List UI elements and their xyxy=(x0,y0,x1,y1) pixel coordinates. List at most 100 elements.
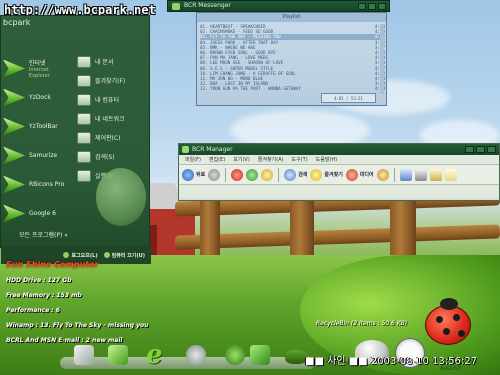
pinned-label: 인터넷 xyxy=(28,60,46,67)
media-label: 미디어 xyxy=(359,172,374,178)
track-title: 13. YOON GUN PA THE PORT - WANNA GETAWAY xyxy=(200,86,301,92)
playlist-row[interactable]: 13. YOON GUN PA THE PORT - WANNA GETAWAY… xyxy=(200,86,385,91)
maximize-button[interactable] xyxy=(368,3,376,10)
pinned-item-samurize[interactable]: Samurize xyxy=(3,141,71,170)
document-icon[interactable] xyxy=(74,345,94,365)
forward-button[interactable] xyxy=(208,168,221,181)
place-network[interactable]: 내 네트워크 xyxy=(77,109,149,128)
back-button[interactable]: 뒤로 xyxy=(182,168,206,181)
home-button[interactable] xyxy=(261,168,274,181)
menu-help[interactable]: 도움말(H) xyxy=(316,156,337,163)
app-icon xyxy=(182,146,189,153)
month-label: AUGUST xyxy=(440,366,461,372)
favorites-button[interactable]: 즐겨찾기 xyxy=(310,168,343,181)
place-label: 검색(S) xyxy=(95,154,115,161)
manager-window: BCR Manager 파일(F) 편집(E) 보기(V) 즐겨찾기(A) 도구… xyxy=(178,143,500,201)
clock-icon[interactable] xyxy=(186,345,206,365)
menu-bar: 파일(F) 편집(E) 보기(V) 즐겨찾기(A) 도구(T) 도움말(H) xyxy=(179,155,499,165)
place-label: 제어판(C) xyxy=(95,135,121,142)
mail-info: BCRL And MSN E-mail : 2 new mail xyxy=(6,337,123,344)
address-bar[interactable] xyxy=(179,185,499,198)
toolbar-separator xyxy=(225,167,227,182)
media-button[interactable]: 미디어 xyxy=(345,168,374,181)
fence-rail xyxy=(174,224,500,250)
network-icon xyxy=(77,112,91,125)
shutdown-button[interactable]: 컴퓨터 끄기(U) xyxy=(103,252,145,259)
place-label: 내 컴퓨터 xyxy=(95,97,119,104)
playlist-scrollbar[interactable] xyxy=(380,24,384,94)
edit-button[interactable] xyxy=(429,168,442,181)
manager-title: BCR Manager xyxy=(192,146,233,153)
stop-button[interactable] xyxy=(231,168,244,181)
arrow-icon xyxy=(3,59,25,78)
menu-tools[interactable]: 도구(T) xyxy=(292,156,308,163)
all-programs-button[interactable]: 모든 프로그램(P) » xyxy=(19,230,68,239)
search-label: 검색 xyxy=(298,172,308,178)
system-places: 내 문서 즐겨찾기(F) 내 컴퓨터 내 네트워크 제어판(C) 검색(S) 실… xyxy=(77,52,149,185)
toolbar-separator xyxy=(278,167,280,182)
recycle-bin-info[interactable]: RecycleBin (2 items : 50.6 KB) xyxy=(316,320,407,327)
star-icon xyxy=(310,168,323,181)
place-my-documents[interactable]: 내 문서 xyxy=(77,52,149,71)
pinned-item-google[interactable]: Google 6 xyxy=(3,199,71,228)
memory-info: Free Memory : 153 mb xyxy=(6,292,82,299)
minimize-button[interactable] xyxy=(465,146,474,153)
media-player-icon[interactable] xyxy=(225,345,245,365)
playlist-time: 4:01 / 53:21 xyxy=(321,93,376,103)
messenger-title: BCR Messenger xyxy=(184,2,231,9)
system-info-title: Sun Shine Computer xyxy=(6,260,99,269)
menu-file[interactable]: 파일(F) xyxy=(185,156,201,163)
folder-icon xyxy=(77,55,91,68)
menu-edit[interactable]: 편집(E) xyxy=(209,156,225,163)
pinned-label: Google 6 xyxy=(29,210,56,217)
hdd-info: HDD Drive : 127 Gb xyxy=(6,277,72,284)
playlist-title: Playlist xyxy=(197,13,386,22)
back-label: 뒤로 xyxy=(196,172,206,178)
pinned-label: YzDock xyxy=(29,94,51,101)
refresh-button[interactable] xyxy=(246,168,259,181)
print-icon xyxy=(414,168,427,181)
menu-favorites[interactable]: 즐겨찾기(A) xyxy=(258,156,284,163)
close-button[interactable] xyxy=(487,146,496,153)
place-label: 내 네트워크 xyxy=(95,116,125,123)
frog-icon[interactable] xyxy=(285,350,307,364)
toolbar-separator xyxy=(393,167,395,182)
history-button[interactable] xyxy=(376,168,389,181)
place-search[interactable]: 검색(S) xyxy=(77,147,149,166)
start-menu: bcpark 인터넷 Internet Explorer YzDock YzTo… xyxy=(0,15,151,264)
pinned-label: YzToolBar xyxy=(29,123,58,130)
edit-icon xyxy=(429,168,442,181)
power-icon xyxy=(103,252,110,258)
search-button[interactable]: 검색 xyxy=(284,168,308,181)
pinned-item-yzdock[interactable]: YzDock xyxy=(3,83,71,112)
logoff-button[interactable]: 로그오프(L) xyxy=(63,252,98,259)
close-button[interactable] xyxy=(378,3,386,10)
place-my-computer[interactable]: 내 컴퓨터 xyxy=(77,90,149,109)
print-button[interactable] xyxy=(414,168,427,181)
internet-explorer-icon[interactable]: e xyxy=(146,342,163,368)
pinned-item-ie[interactable]: 인터넷 Internet Explorer xyxy=(3,54,71,83)
notes-icon[interactable] xyxy=(108,345,128,365)
arrow-icon xyxy=(3,204,25,223)
mail-button[interactable] xyxy=(399,168,412,181)
place-label: 내 문서 xyxy=(95,59,114,66)
discuss-button[interactable] xyxy=(444,168,457,181)
menu-view[interactable]: 보기(V) xyxy=(233,156,250,163)
forward-icon xyxy=(208,168,221,181)
ladybug-icon[interactable] xyxy=(425,298,471,345)
pinned-item-yztoolbar[interactable]: YzToolBar xyxy=(3,112,71,141)
back-icon xyxy=(182,168,194,181)
shutdown-label: 컴퓨터 끄기(U) xyxy=(111,252,145,259)
toolbar: 뒤로 검색 즐겨찾기 미디어 xyxy=(179,165,499,185)
note-icon xyxy=(444,168,457,181)
arrow-icon xyxy=(3,175,25,194)
place-favorites[interactable]: 즐겨찾기(F) xyxy=(77,71,149,90)
pinned-item-rbicons[interactable]: RBicons Pro xyxy=(3,170,71,199)
maximize-button[interactable] xyxy=(476,146,485,153)
messenger-icon[interactable] xyxy=(250,345,270,365)
pinned-programs: 인터넷 Internet Explorer YzDock YzToolBar S… xyxy=(3,54,71,228)
minimize-button[interactable] xyxy=(358,3,366,10)
place-control-panel[interactable]: 제어판(C) xyxy=(77,128,149,147)
messenger-window[interactable]: BCR Messenger xyxy=(167,0,390,12)
manager-titlebar[interactable]: BCR Manager xyxy=(179,144,499,155)
